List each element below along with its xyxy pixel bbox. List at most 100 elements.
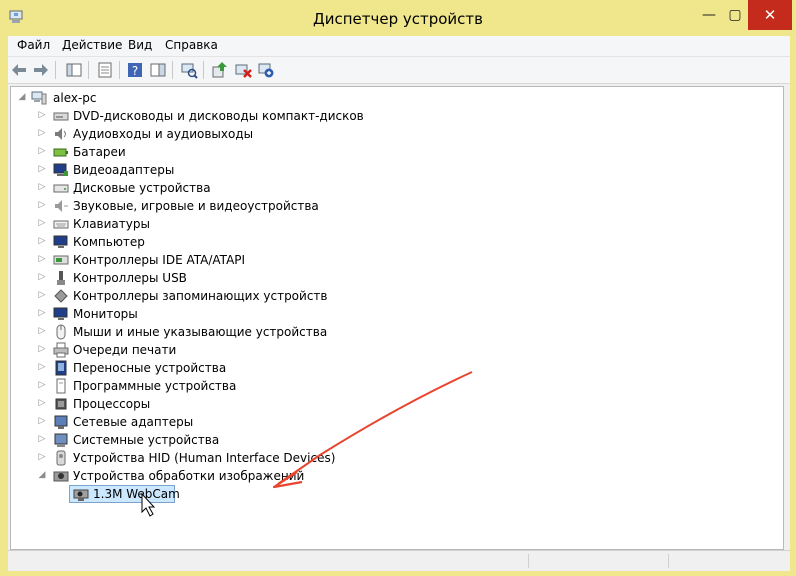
expand-arrow[interactable]: ▷ (37, 236, 47, 246)
display-adapter-icon (53, 163, 68, 176)
expand-arrow[interactable]: ▷ (37, 416, 47, 426)
expand-arrow[interactable]: ▷ (37, 182, 47, 192)
action-pane-icon[interactable] (149, 61, 167, 79)
tree-category[interactable]: ▷ Очереди печати (15, 341, 435, 359)
tree-category[interactable]: ▷ Мыши и иные указывающие устройства (15, 323, 435, 341)
computer-name-label: alex-pc (53, 91, 97, 105)
uninstall-device-icon[interactable] (234, 61, 252, 79)
category-label: Мыши и иные указывающие устройства (73, 325, 328, 339)
webcam-icon (73, 489, 89, 501)
expand-arrow[interactable]: ▷ (37, 398, 47, 408)
tree-category[interactable]: ▷ Устройства HID (Human Interface Devices… (15, 449, 435, 467)
network-adapter-icon (54, 415, 68, 429)
expand-arrow[interactable]: ▷ (37, 344, 47, 354)
category-label: Устройства HID (Human Interface Devices) (73, 451, 336, 465)
expand-arrow[interactable]: ◢ (37, 470, 47, 480)
tree-category[interactable]: ▷ Компьютер (15, 233, 435, 251)
tree-root[interactable]: ◢ alex-pc (15, 89, 315, 107)
expand-arrow[interactable]: ▷ (37, 128, 47, 138)
tree-category[interactable]: ▷ Аудиовходы и аудиовыходы (15, 125, 435, 143)
category-label: Сетевые адаптеры (73, 415, 194, 429)
expand-arrow[interactable]: ▷ (37, 326, 47, 336)
scan-hardware-icon[interactable] (180, 61, 198, 79)
expand-arrow[interactable]: ▷ (37, 110, 47, 120)
tree-category[interactable]: ▷ Батареи (15, 143, 435, 161)
toolbar-separator (88, 61, 89, 79)
disable-device-icon[interactable] (257, 61, 275, 79)
tree-category[interactable]: ▷ Мониторы (15, 305, 435, 323)
tree-category[interactable]: ▷ Программные устройства (15, 377, 435, 395)
expand-arrow[interactable]: ▷ (37, 380, 47, 390)
expand-arrow[interactable]: ▷ (37, 290, 47, 300)
expand-arrow[interactable]: ▷ (37, 164, 47, 174)
tree-category[interactable]: ▷ Системные устройства (15, 431, 435, 449)
menu-help[interactable]: Справка (165, 38, 218, 52)
category-label: Контроллеры USB (73, 271, 187, 285)
forward-icon[interactable] (32, 61, 50, 79)
monitor-icon (53, 235, 68, 248)
category-label: Переносные устройства (73, 361, 227, 375)
expand-arrow[interactable]: ▷ (37, 308, 47, 318)
expand-arrow[interactable]: ▷ (37, 434, 47, 444)
expand-arrow[interactable]: ▷ (37, 272, 47, 282)
console-tree-icon[interactable] (65, 61, 83, 79)
category-label: Аудиовходы и аудиовыходы (73, 127, 254, 141)
expand-arrow[interactable]: ◢ (17, 92, 27, 102)
portable-device-icon (55, 360, 67, 376)
tree-category[interactable]: ▷ DVD-дисководы и дисководы компакт-диско… (15, 107, 435, 125)
device-tree[interactable]: ◢ alex-pc ▷ DVD-дисководы и дисководы ком… (10, 86, 784, 550)
category-label: Мониторы (73, 307, 138, 321)
disk-drive-icon (53, 184, 69, 193)
tree-category[interactable]: ▷ Видеоадаптеры (15, 161, 435, 179)
tree-category[interactable]: ▷ Сетевые адаптеры (15, 413, 435, 431)
menu-file[interactable]: Файл (17, 38, 50, 52)
dvd-drive-icon (53, 112, 69, 121)
tree-category[interactable]: ▷ Контроллеры IDE ATA/ATAPI (15, 251, 435, 269)
computer-icon (31, 91, 47, 105)
client-area: Файл Действие Вид Справка ? ◢ alex-pc ▷ … (8, 36, 790, 571)
speaker-icon (55, 128, 66, 140)
device-manager-window: Диспетчер устройств — ▢ ✕ Файл Действие … (0, 0, 796, 576)
expand-arrow[interactable]: ▷ (37, 146, 47, 156)
back-icon[interactable] (10, 61, 28, 79)
expand-arrow[interactable]: ▷ (37, 200, 47, 210)
tree-category[interactable]: ▷ Процессоры (15, 395, 435, 413)
tree-category[interactable]: ▷ Клавиатуры (15, 215, 435, 233)
monitor-icon (53, 307, 68, 320)
menu-action[interactable]: Действие (62, 38, 122, 52)
tree-category[interactable]: ▷ Дисковые устройства (15, 179, 435, 197)
printer-icon (53, 342, 69, 358)
software-device-icon (56, 378, 66, 394)
tree-category[interactable]: ▷ Переносные устройства (15, 359, 435, 377)
expand-arrow[interactable]: ▷ (37, 254, 47, 264)
sound-icon (55, 200, 68, 212)
tree-device[interactable]: 1.3M WebCam (15, 485, 315, 503)
help-icon[interactable]: ? (126, 61, 144, 79)
tree-category[interactable]: ◢ Устройства обработки изображений (15, 467, 435, 485)
processor-icon (55, 398, 67, 410)
category-label: Контроллеры IDE ATA/ATAPI (73, 253, 246, 267)
tree-category[interactable]: ▷ Контроллеры USB (15, 269, 435, 287)
category-label: Дисковые устройства (73, 181, 211, 195)
category-label: Контроллеры запоминающих устройств (73, 289, 328, 303)
category-label: Очереди печати (73, 343, 177, 357)
title-bar[interactable]: Диспетчер устройств — ▢ ✕ (0, 0, 796, 36)
close-button[interactable]: ✕ (748, 0, 792, 30)
minimize-button[interactable]: — (696, 0, 722, 30)
expand-arrow[interactable]: ▷ (37, 452, 47, 462)
category-label: Компьютер (73, 235, 145, 249)
tree-category[interactable]: ▷ Звуковые, игровые и видеоустройства (15, 197, 435, 215)
maximize-button[interactable]: ▢ (722, 0, 748, 30)
expand-arrow[interactable]: ▷ (37, 218, 47, 228)
category-label: Системные устройства (73, 433, 220, 447)
system-device-icon (54, 433, 68, 447)
expand-arrow[interactable]: ▷ (37, 362, 47, 372)
menu-bar: Файл Действие Вид Справка (8, 36, 790, 57)
update-driver-icon[interactable] (210, 61, 228, 79)
toolbar-separator (172, 61, 173, 79)
hid-icon (56, 450, 66, 466)
tree-category[interactable]: ▷ Контроллеры запоминающих устройств (15, 287, 435, 305)
properties-icon[interactable] (96, 61, 114, 79)
menu-view[interactable]: Вид (128, 38, 152, 52)
status-segment (668, 554, 789, 568)
